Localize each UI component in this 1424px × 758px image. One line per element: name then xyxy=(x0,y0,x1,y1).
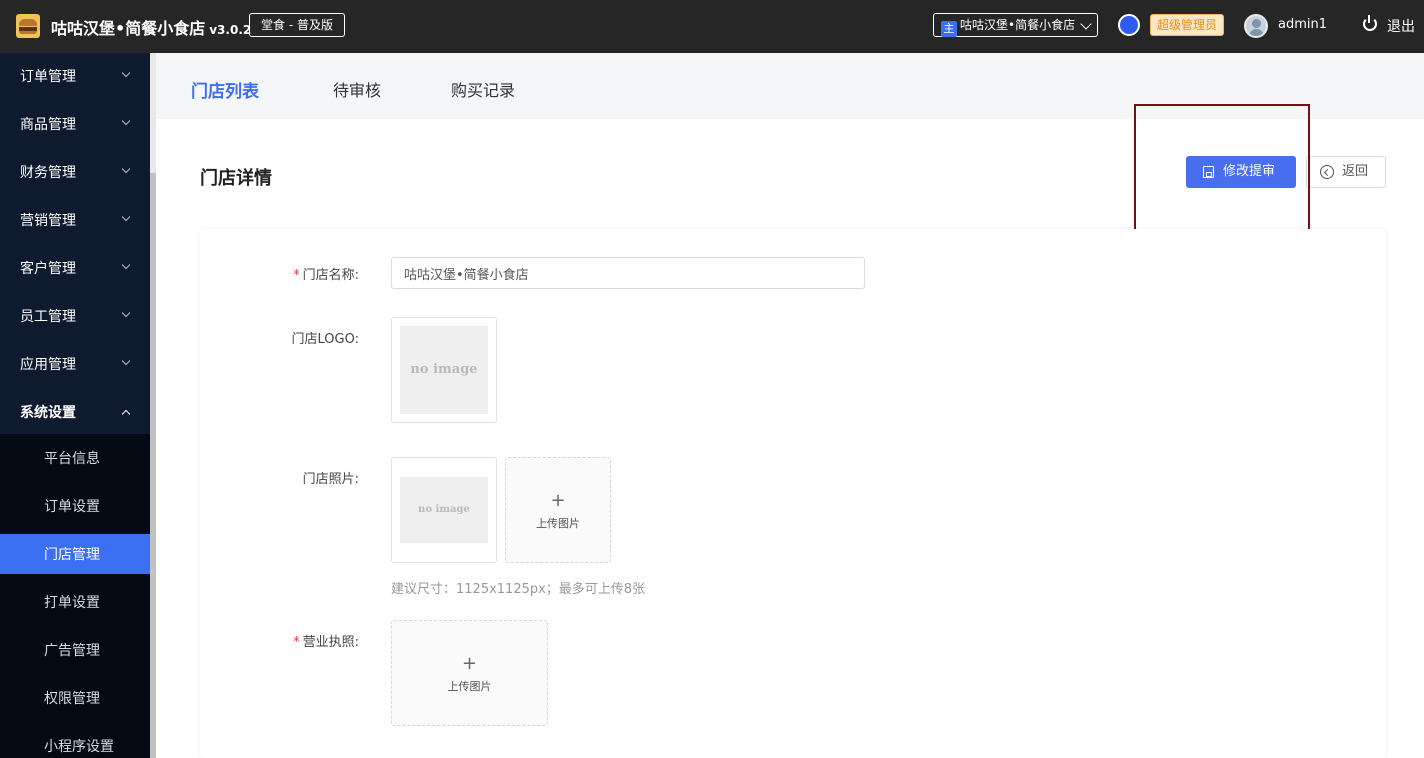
store-logo-image[interactable]: no image xyxy=(391,317,497,423)
store-logo-label: 门店LOGO: xyxy=(291,332,359,347)
sidebar-subitem-label: 小程序设置 xyxy=(44,739,114,755)
required-mark: * xyxy=(293,635,300,650)
burger-logo-icon xyxy=(16,14,40,38)
store-name-label-text: 门店名称: xyxy=(302,268,359,283)
chevron-down-icon xyxy=(121,164,131,174)
sidebar-item-apps[interactable]: 应用管理 xyxy=(0,341,150,389)
form-card xyxy=(200,229,1386,758)
photo-size-hint: 建议尺寸：1125x1125px；最多可上传8张 xyxy=(391,582,646,597)
no-image-placeholder: no image xyxy=(400,326,488,414)
upload-label: 上传图片 xyxy=(447,680,492,693)
sidebar-subitem-label: 权限管理 xyxy=(44,691,100,707)
sidebar-item-label: 营销管理 xyxy=(20,213,76,229)
store-photo-image[interactable]: no image xyxy=(391,457,497,563)
sidebar-item-marketing[interactable]: 营销管理 xyxy=(0,197,150,245)
chevron-down-icon xyxy=(121,260,131,270)
store-photos-label: 门店照片: xyxy=(302,472,359,487)
sidebar-item-staff[interactable]: 员工管理 xyxy=(0,293,150,341)
app-title-text: 咕咕汉堡•简餐小食店 xyxy=(51,19,206,38)
chevron-down-icon xyxy=(121,356,131,366)
chevron-down-icon xyxy=(121,212,131,222)
store-select[interactable]: 主咕咕汉堡•简餐小食店 xyxy=(933,13,1098,37)
sidebar-subitem-label: 打单设置 xyxy=(44,595,100,611)
sidebar-subitem-label: 平台信息 xyxy=(44,451,100,467)
logout-button[interactable]: 退出 xyxy=(1387,16,1415,36)
business-license-label-text: 营业执照: xyxy=(302,635,359,650)
store-name-label: * 门店名称: xyxy=(239,264,359,283)
submenu: 平台信息 订单设置 门店管理 打单设置 广告管理 权限管理 小程序设置 xyxy=(0,434,150,758)
no-image-placeholder: no image xyxy=(400,477,488,543)
sidebar-item-system-settings[interactable]: 系统设置 xyxy=(0,389,150,437)
chevron-up-icon xyxy=(121,409,131,419)
sidebar-item-products[interactable]: 商品管理 xyxy=(0,101,150,149)
back-circle-icon xyxy=(1320,165,1334,179)
sidebar-subitem-print-settings[interactable]: 打单设置 xyxy=(0,582,150,622)
upload-photo-button[interactable]: + 上传图片 xyxy=(505,457,611,563)
back-label: 返回 xyxy=(1342,164,1369,179)
store-select-value: 咕咕汉堡•简餐小食店 xyxy=(960,18,1076,32)
back-button[interactable]: 返回 xyxy=(1306,156,1386,188)
sidebar-item-label: 员工管理 xyxy=(20,309,76,325)
chevron-down-icon xyxy=(121,116,131,126)
app-title: 咕咕汉堡•简餐小食店 v3.0.2 xyxy=(51,15,251,39)
status-dot-icon[interactable] xyxy=(1118,14,1140,36)
submit-review-label: 修改提审 xyxy=(1223,164,1276,179)
sidebar-item-label: 客户管理 xyxy=(20,261,76,277)
sidebar-item-finance[interactable]: 财务管理 xyxy=(0,149,150,197)
sidebar-item-label: 商品管理 xyxy=(20,117,76,133)
sidebar-subitem-permissions[interactable]: 权限管理 xyxy=(0,678,150,718)
sidebar-item-label: 财务管理 xyxy=(20,165,76,181)
sidebar-subitem-store-management[interactable]: 门店管理 xyxy=(0,534,150,574)
upload-label: 上传图片 xyxy=(536,517,580,530)
sidebar: 订单管理 商品管理 财务管理 营销管理 客户管理 员工管理 应用管理 系统设置 … xyxy=(0,53,150,758)
sidebar-item-label: 订单管理 xyxy=(20,69,76,85)
plus-icon: + xyxy=(461,653,478,674)
sidebar-subitem-label: 广告管理 xyxy=(44,643,100,659)
upload-license-button[interactable]: + 上传图片 xyxy=(391,620,548,726)
tab-pending-review[interactable]: 待审核 xyxy=(333,77,381,101)
sidebar-item-orders[interactable]: 订单管理 xyxy=(0,53,150,101)
power-icon[interactable] xyxy=(1363,15,1377,31)
main-store-badge: 主 xyxy=(941,21,957,37)
sidebar-item-label: 系统设置 xyxy=(20,405,76,421)
version-label: v3.0.2 xyxy=(209,23,252,37)
role-badge: 超级管理员 xyxy=(1150,14,1225,36)
sidebar-subitem-miniprogram[interactable]: 小程序设置 xyxy=(0,726,150,758)
chevron-down-icon xyxy=(1080,18,1092,30)
sidebar-subitem-ads[interactable]: 广告管理 xyxy=(0,630,150,670)
save-icon xyxy=(1203,166,1214,178)
submit-review-button[interactable]: 修改提审 xyxy=(1186,156,1296,188)
avatar[interactable] xyxy=(1244,14,1268,38)
chevron-down-icon xyxy=(121,68,131,78)
tab-store-list[interactable]: 门店列表 xyxy=(191,77,259,102)
sidebar-subitem-label: 订单设置 xyxy=(44,499,100,515)
chevron-down-icon xyxy=(121,308,131,318)
username[interactable]: admin1 xyxy=(1278,17,1327,32)
sidebar-subitem-platform-info[interactable]: 平台信息 xyxy=(0,438,150,478)
edition-badge[interactable]: 堂食 - 普及版 xyxy=(249,13,345,37)
tab-purchase-records[interactable]: 购买记录 xyxy=(451,77,515,101)
sidebar-item-label: 应用管理 xyxy=(20,357,76,373)
top-bar: 咕咕汉堡•简餐小食店 v3.0.2 堂食 - 普及版 主咕咕汉堡•简餐小食店 超级… xyxy=(0,0,1424,53)
sidebar-subitem-order-settings[interactable]: 订单设置 xyxy=(0,486,150,526)
required-mark: * xyxy=(293,268,300,283)
sidebar-item-customers[interactable]: 客户管理 xyxy=(0,245,150,293)
tab-bar: 门店列表 待审核 购买记录 xyxy=(156,53,1424,119)
page-title: 门店详情 xyxy=(200,168,272,189)
plus-icon: + xyxy=(550,490,566,511)
sidebar-subitem-label: 门店管理 xyxy=(44,547,100,563)
store-name-input[interactable] xyxy=(391,257,865,289)
business-license-label: * 营业执照: xyxy=(239,631,359,650)
